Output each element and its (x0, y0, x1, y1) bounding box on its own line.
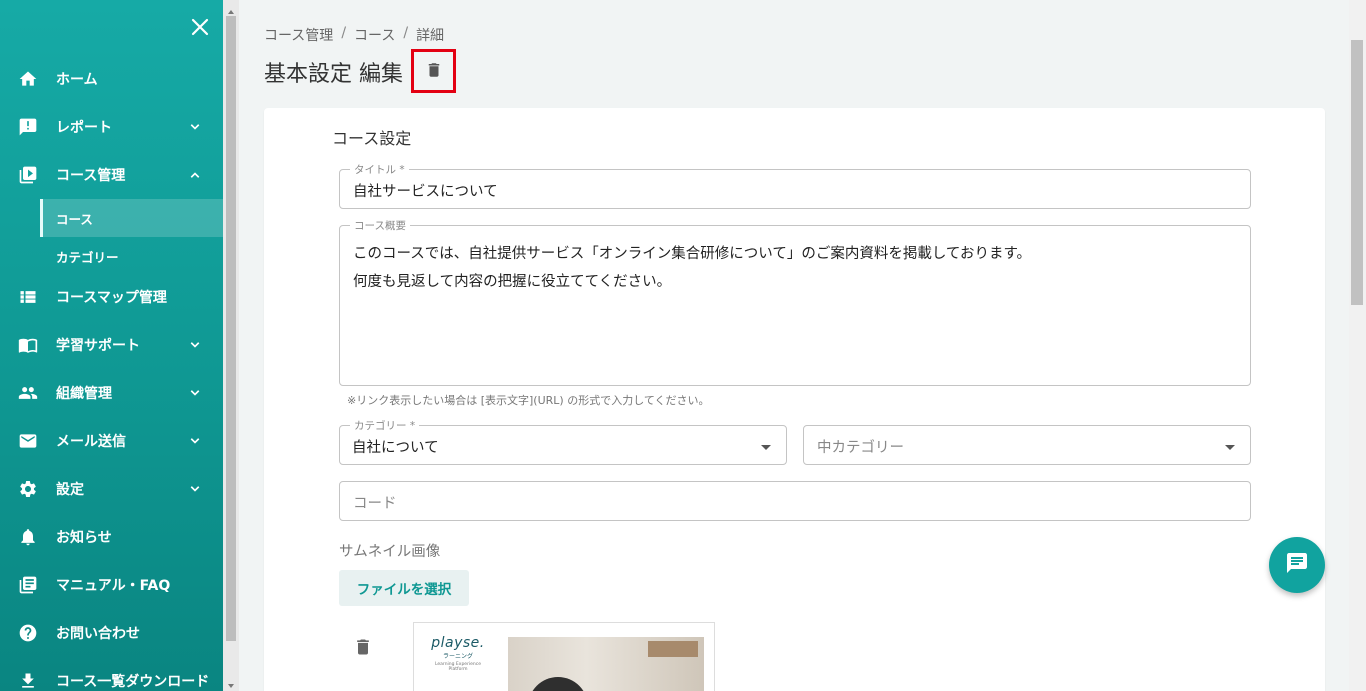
chat-icon (1285, 551, 1309, 579)
bell-icon (17, 526, 39, 548)
sidebar-subitem-label: コース (56, 211, 93, 227)
sidebar-item-course-management[interactable]: コース管理 (0, 155, 223, 195)
sidebar-item-notices[interactable]: お知らせ (0, 517, 223, 557)
trash-icon[interactable] (353, 636, 373, 658)
section-title: コース設定 (332, 129, 412, 148)
download-icon (17, 670, 39, 691)
summary-field-label: コース概要 (350, 218, 410, 233)
sidebar-item-organization[interactable]: 組織管理 (0, 373, 223, 413)
scrollbar-thumb[interactable] (1351, 40, 1363, 305)
mail-icon (17, 430, 39, 452)
summary-line: 何度も見返して内容の把握に役立ててください。 (353, 274, 672, 290)
choose-file-button[interactable]: ファイルを選択 (339, 570, 469, 606)
close-icon[interactable] (189, 16, 211, 38)
sidebar-item-label: レポート (56, 120, 112, 136)
chevron-down-icon (186, 480, 204, 498)
sidebar-item-report[interactable]: レポート (0, 107, 223, 147)
sidebar-item-label: メール送信 (56, 434, 126, 450)
subcategory-placeholder: 中カテゴリー (817, 440, 904, 456)
sidebar-scrollbar[interactable] (223, 0, 239, 691)
code-placeholder: コード (353, 496, 397, 512)
subcategory-select[interactable]: 中カテゴリー (803, 425, 1251, 465)
dropdown-arrow-icon (1225, 445, 1235, 450)
sidebar-item-contact[interactable]: お問い合わせ (0, 613, 223, 653)
sidebar-subitem-course[interactable]: コース (40, 199, 223, 237)
title-field[interactable]: タイトル * 自社サービスについて (339, 162, 1251, 209)
sidebar-item-coursemap[interactable]: コースマップ管理 (0, 277, 223, 317)
page-title: 基本設定 編集 (264, 62, 403, 87)
thumbnail-preview: playse. ラーニング Learning Experience Platfo… (413, 622, 715, 691)
sidebar-item-label: コースマップ管理 (56, 290, 167, 306)
sidebar-item-manual-faq[interactable]: マニュアル・FAQ (0, 565, 223, 605)
sidebar-item-label: 学習サポート (56, 338, 140, 354)
sidebar-item-label: コース管理 (56, 168, 126, 184)
category-select[interactable]: カテゴリー * 自社について (339, 418, 787, 465)
summary-textarea[interactable]: コース概要 このコースでは、自社提供サービス「オンライン集合研修について」のご案… (339, 218, 1251, 386)
sidebar-item-learning-support[interactable]: 学習サポート (0, 325, 223, 365)
sidebar-item-label: お問い合わせ (56, 626, 140, 642)
summary-text: このコースでは、自社提供サービス「オンライン集合研修について」のご案内資料を掲載… (353, 240, 1031, 296)
sidebar-subitem-label: カテゴリー (56, 249, 119, 265)
dropdown-arrow-icon (761, 445, 771, 450)
title-field-value: 自社サービスについて (353, 184, 498, 200)
course-icon (17, 164, 39, 186)
sidebar-item-label: マニュアル・FAQ (56, 578, 171, 594)
chat-button[interactable] (1269, 537, 1325, 593)
book-icon (17, 334, 39, 356)
sidebar-item-label: コース一覧ダウンロード (56, 674, 210, 690)
manual-icon (17, 574, 39, 596)
category-field-label: カテゴリー * (350, 418, 420, 433)
gear-icon (17, 478, 39, 500)
breadcrumb-item: 詳細 (416, 28, 445, 44)
summary-hint: ※リンク表示したい場合は [表示文字](URL) の形式で入力してください。 (347, 394, 710, 407)
playse-logo: playse. ラーニング Learning Experience Platfo… (431, 635, 485, 672)
chevron-down-icon (186, 432, 204, 450)
delete-course-button[interactable] (411, 49, 456, 93)
chevron-down-icon (186, 336, 204, 354)
people-icon (17, 382, 39, 404)
home-icon (17, 68, 39, 90)
sidebar-item-course-download[interactable]: コース一覧ダウンロード (0, 661, 223, 691)
chevron-down-icon (186, 118, 204, 136)
list-icon (17, 286, 39, 308)
category-select-value: 自社について (352, 440, 439, 456)
chevron-down-icon (186, 384, 204, 402)
sidebar-item-mail[interactable]: メール送信 (0, 421, 223, 461)
sidebar-item-label: お知らせ (56, 530, 112, 546)
breadcrumb: コース管理 / コース / 詳細 (264, 25, 444, 45)
code-field[interactable]: コード (339, 481, 1251, 521)
help-icon (17, 622, 39, 644)
photo-detail (648, 641, 698, 657)
title-field-label: タイトル * (350, 162, 409, 177)
breadcrumb-item[interactable]: コース (354, 25, 395, 45)
scroll-down-arrow-icon[interactable] (226, 676, 236, 688)
thumbnail-label: サムネイル画像 (339, 544, 441, 560)
report-icon (17, 116, 39, 138)
trash-icon (425, 61, 443, 82)
photo-detail (528, 677, 588, 691)
sidebar-subitem-category[interactable]: カテゴリー (40, 237, 223, 275)
scroll-up-arrow-icon[interactable] (226, 2, 236, 14)
page-scrollbar[interactable] (1349, 0, 1366, 691)
sidebar-item-home[interactable]: ホーム (0, 59, 223, 99)
sidebar-item-label: ホーム (56, 72, 98, 88)
sidebar: ホーム レポート コース管理 コース カテゴリー コースマップ管理 学習サポート… (0, 0, 223, 691)
sidebar-item-label: 設定 (56, 482, 84, 498)
thumbnail-photo (508, 637, 704, 691)
summary-line: このコースでは、自社提供サービス「オンライン集合研修について」のご案内資料を掲載… (353, 246, 1032, 262)
scrollbar-thumb[interactable] (226, 16, 236, 641)
sidebar-item-settings[interactable]: 設定 (0, 469, 223, 509)
breadcrumb-item[interactable]: コース管理 (264, 25, 333, 45)
breadcrumb-separator: / (403, 25, 409, 41)
breadcrumb-separator: / (341, 25, 347, 41)
sidebar-item-label: 組織管理 (56, 386, 112, 402)
chevron-up-icon (186, 166, 204, 184)
